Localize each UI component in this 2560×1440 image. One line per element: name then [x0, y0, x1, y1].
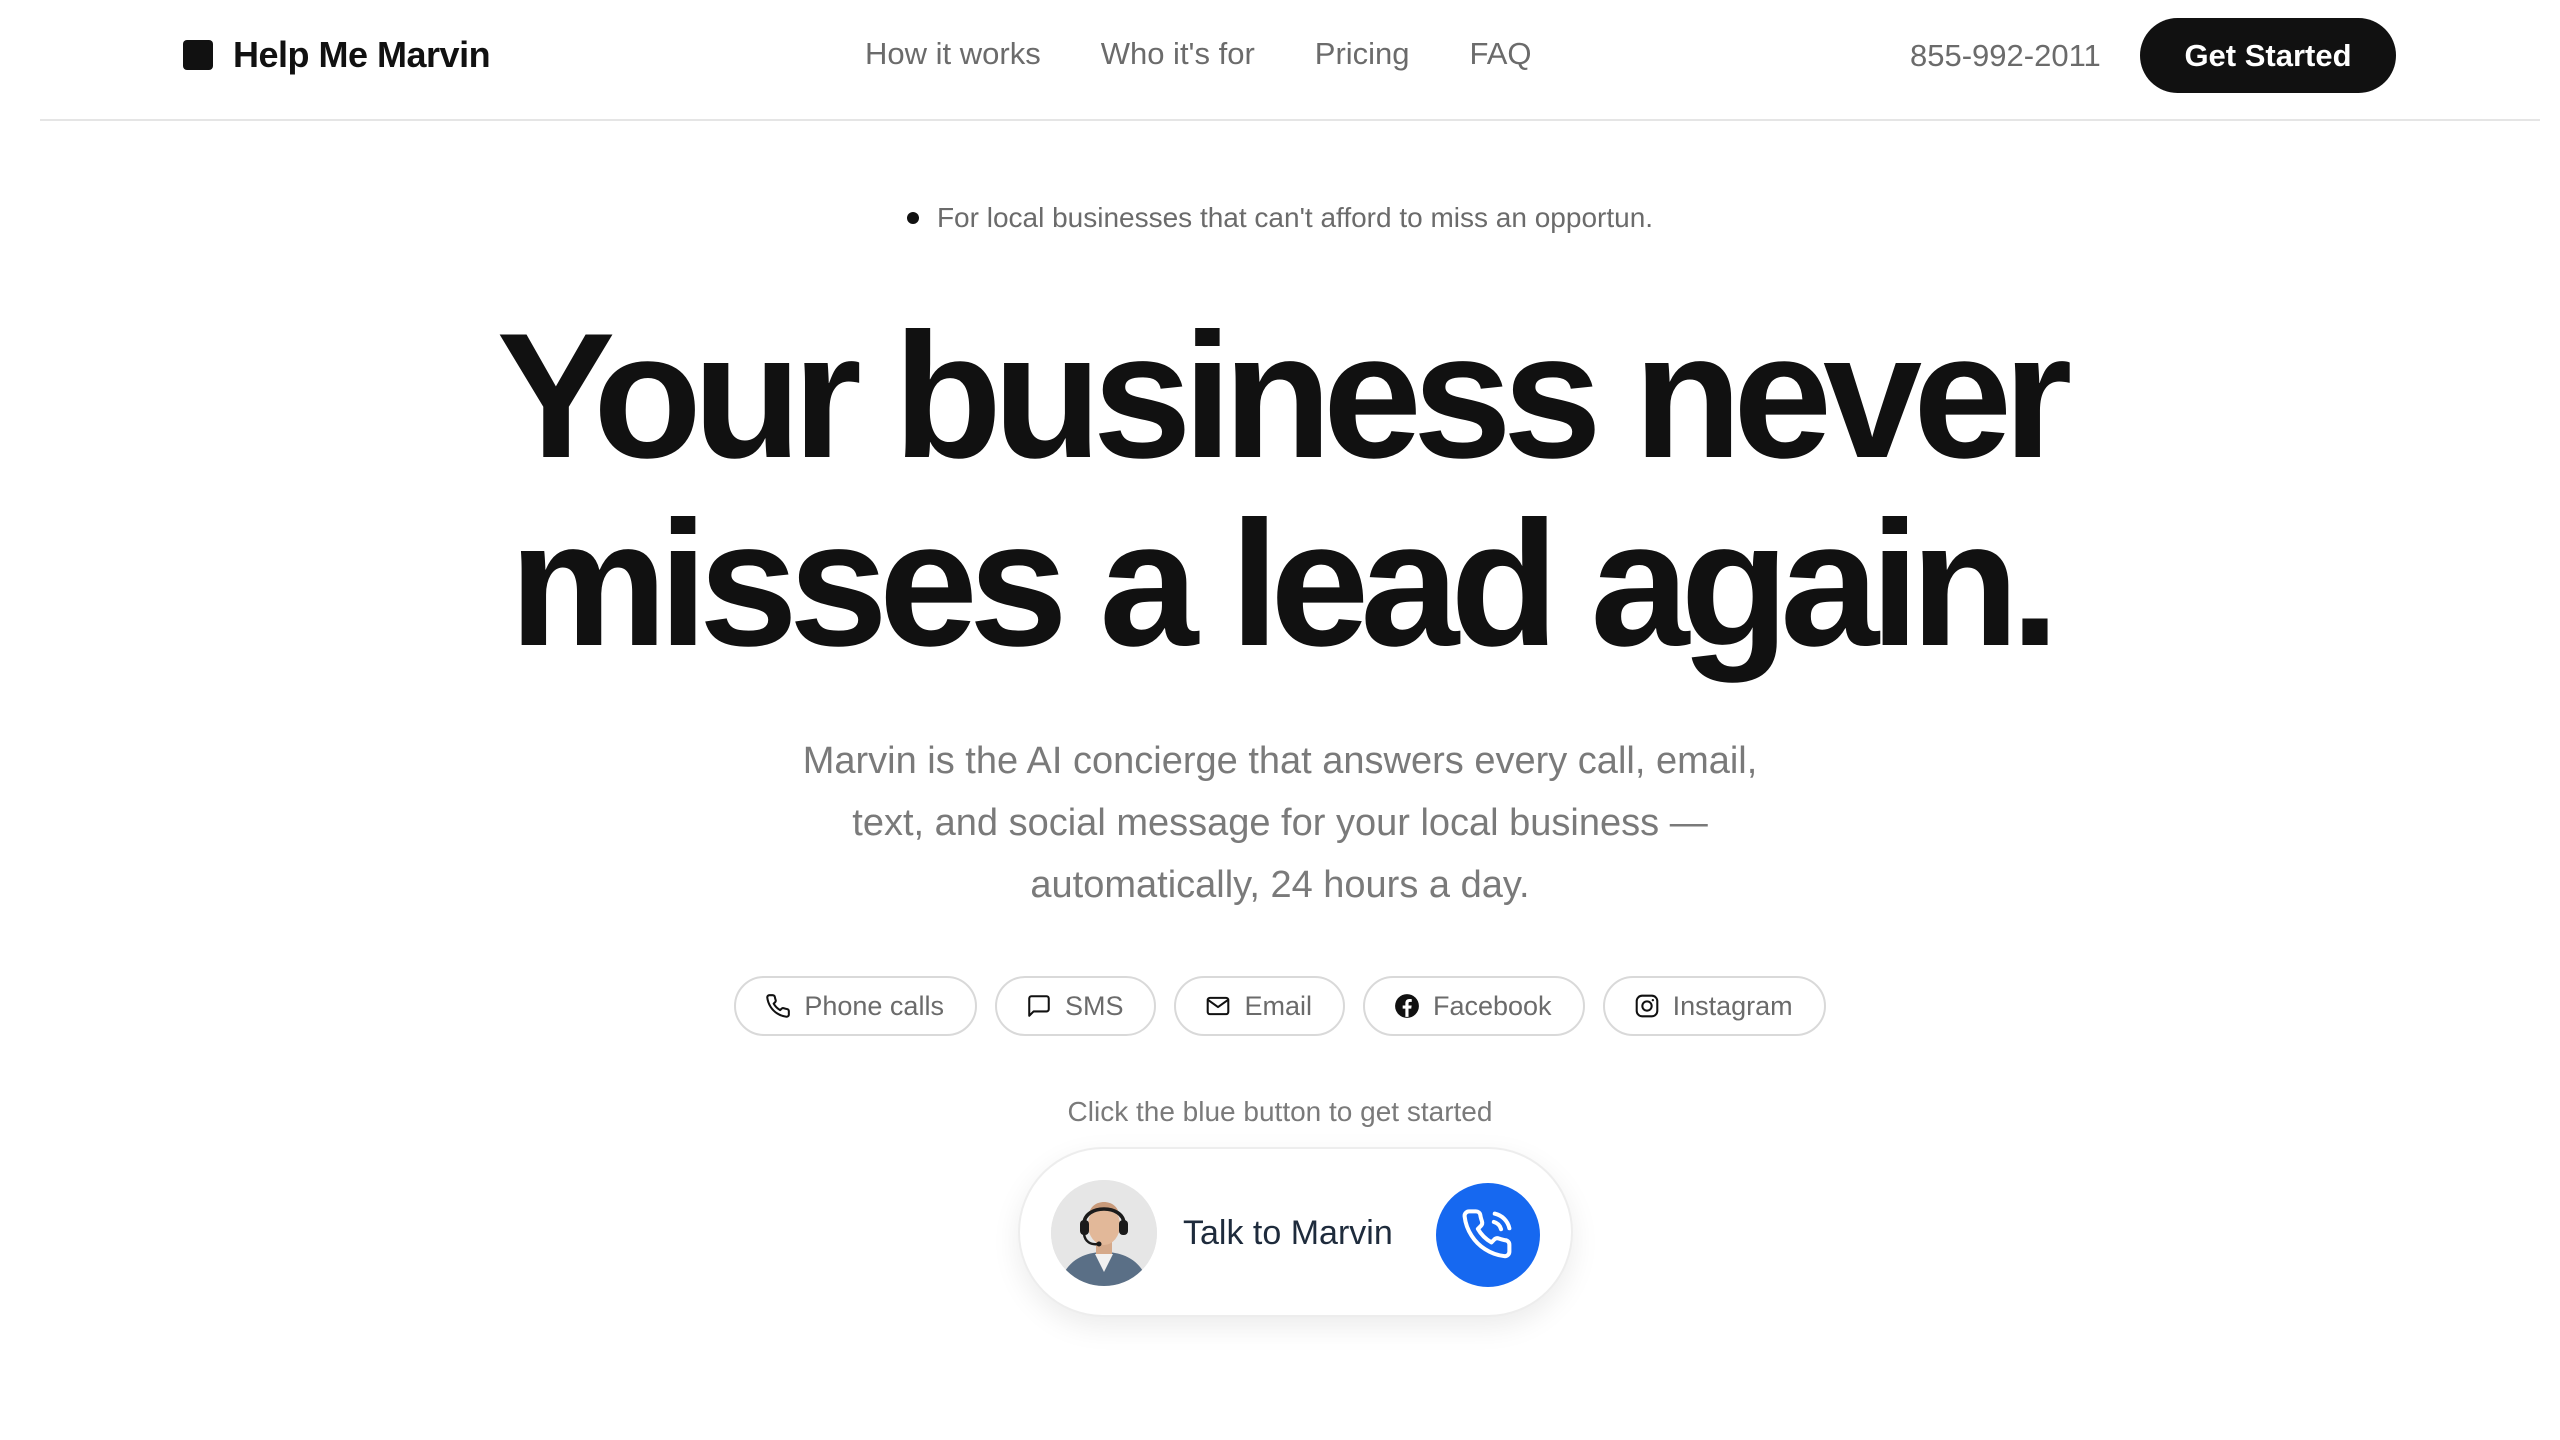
subtitle-line-3: automatically, 24 hours a day.	[1030, 864, 1530, 906]
site-header: Help Me Marvin How it works Who it's for…	[40, 0, 2540, 121]
logo-square-icon	[183, 40, 213, 70]
nav-link-faq[interactable]: FAQ	[1470, 36, 1532, 72]
agent-avatar-icon	[1051, 1180, 1157, 1286]
call-button[interactable]	[1436, 1183, 1540, 1287]
channel-pill-instagram: Instagram	[1602, 976, 1826, 1036]
channel-pill-facebook: Facebook	[1362, 976, 1585, 1036]
hero-subtitle: Marvin is the AI concierge that answers …	[730, 730, 1830, 916]
get-started-button[interactable]: Get Started	[2140, 18, 2396, 93]
landing-page: Help Me Marvin How it works Who it's for…	[0, 0, 2560, 1440]
channel-pill-phone-calls: Phone calls	[734, 976, 977, 1036]
nav-link-who-its-for[interactable]: Who it's for	[1101, 36, 1255, 72]
phone-number-link[interactable]: 855-992-2011	[1910, 38, 2101, 74]
channel-pill-sms: SMS	[994, 976, 1157, 1036]
headline-line-2: misses a lead again.	[509, 484, 2060, 683]
mail-icon	[1205, 993, 1231, 1019]
message-icon	[1026, 993, 1052, 1019]
bullet-dot-icon	[906, 212, 919, 224]
agent-avatar	[1051, 1180, 1157, 1286]
channel-label: Phone calls	[804, 990, 944, 1021]
talk-to-marvin-widget[interactable]: Talk to Marvin	[1018, 1147, 1573, 1317]
channel-label: Facebook	[1432, 990, 1552, 1021]
nav-link-how-it-works[interactable]: How it works	[865, 36, 1041, 72]
channel-list: Phone calls SMS Email Facebook Instagram	[0, 976, 2560, 1036]
channel-pill-email: Email	[1174, 976, 1345, 1036]
channel-label: SMS	[1064, 990, 1124, 1021]
main-nav: How it works Who it's for Pricing FAQ	[865, 36, 1532, 72]
eyebrow-text: For local businesses that can't afford t…	[936, 202, 1654, 233]
instagram-icon	[1634, 993, 1660, 1019]
brand-name: Help Me Marvin	[233, 34, 491, 75]
facebook-icon	[1394, 993, 1420, 1019]
brand-logo[interactable]: Help Me Marvin	[183, 34, 491, 76]
hero-headline: Your business never misses a lead again.	[0, 302, 2560, 678]
subtitle-line-2: text, and social message for your local …	[852, 802, 1708, 844]
channel-label: Email	[1244, 990, 1312, 1021]
call-hint: Click the blue button to get started	[1067, 1096, 1493, 1127]
phone-call-icon	[1461, 1208, 1515, 1262]
channel-label: Instagram	[1672, 990, 1793, 1021]
nav-link-pricing[interactable]: Pricing	[1315, 36, 1410, 72]
subtitle-line-1: Marvin is the AI concierge that answers …	[802, 740, 1758, 782]
headline-line-1: Your business never	[496, 296, 2073, 495]
talk-to-marvin-label: Talk to Marvin	[1183, 1214, 1393, 1252]
phone-icon	[765, 993, 791, 1019]
hero-eyebrow: For local businesses that can't afford t…	[0, 202, 2560, 234]
